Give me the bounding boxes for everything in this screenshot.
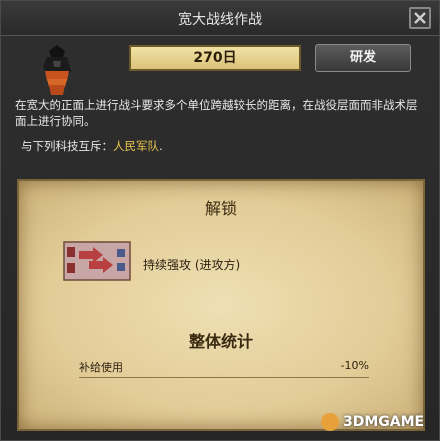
close-button[interactable]	[409, 7, 431, 29]
focus-window: 宽大战线作战 270日 研发 在宽大的正面上进行战斗要求多个单位跨越较长的距离，…	[0, 0, 440, 441]
watermark-logo-icon	[321, 413, 339, 431]
unlock-item-label: 持续强攻 (进攻方)	[143, 258, 241, 272]
tech-description: 在宽大的正面上进行战斗要求多个单位跨越较长的距离，在战役层面而非战术层面上进行协…	[15, 98, 418, 128]
window-title: 宽大战线作战	[178, 12, 262, 28]
watermark-text: 3DMGAME	[343, 414, 425, 430]
details-panel: 解锁 持续强攻 (进攻方) 整体统计 补给使用 -10%	[17, 179, 425, 431]
unlock-heading: 解锁	[204, 199, 237, 218]
title-bar: 宽大战线作战	[1, 1, 439, 36]
exclusive-tech-link[interactable]: 人民军队	[113, 139, 159, 153]
close-icon	[414, 12, 426, 24]
exclusive-tech-line: 与下列科技互斥：人民军队.	[21, 138, 163, 154]
research-button[interactable]: 研发	[315, 44, 411, 72]
stat-value: -10%	[340, 359, 369, 372]
site-watermark: 3DMGAME	[321, 413, 424, 431]
stat-name: 补给使用	[79, 361, 123, 374]
stats-heading: 整体统计	[188, 332, 253, 351]
soldier-portrait-icon	[43, 45, 71, 95]
exclusive-label: 与下列科技互斥：	[21, 139, 113, 153]
exclusive-suffix: .	[159, 139, 163, 153]
stat-row: 补给使用 -10%	[79, 357, 369, 378]
research-days-display: 270日	[129, 45, 301, 71]
attack-tactic-icon[interactable]	[63, 241, 131, 281]
